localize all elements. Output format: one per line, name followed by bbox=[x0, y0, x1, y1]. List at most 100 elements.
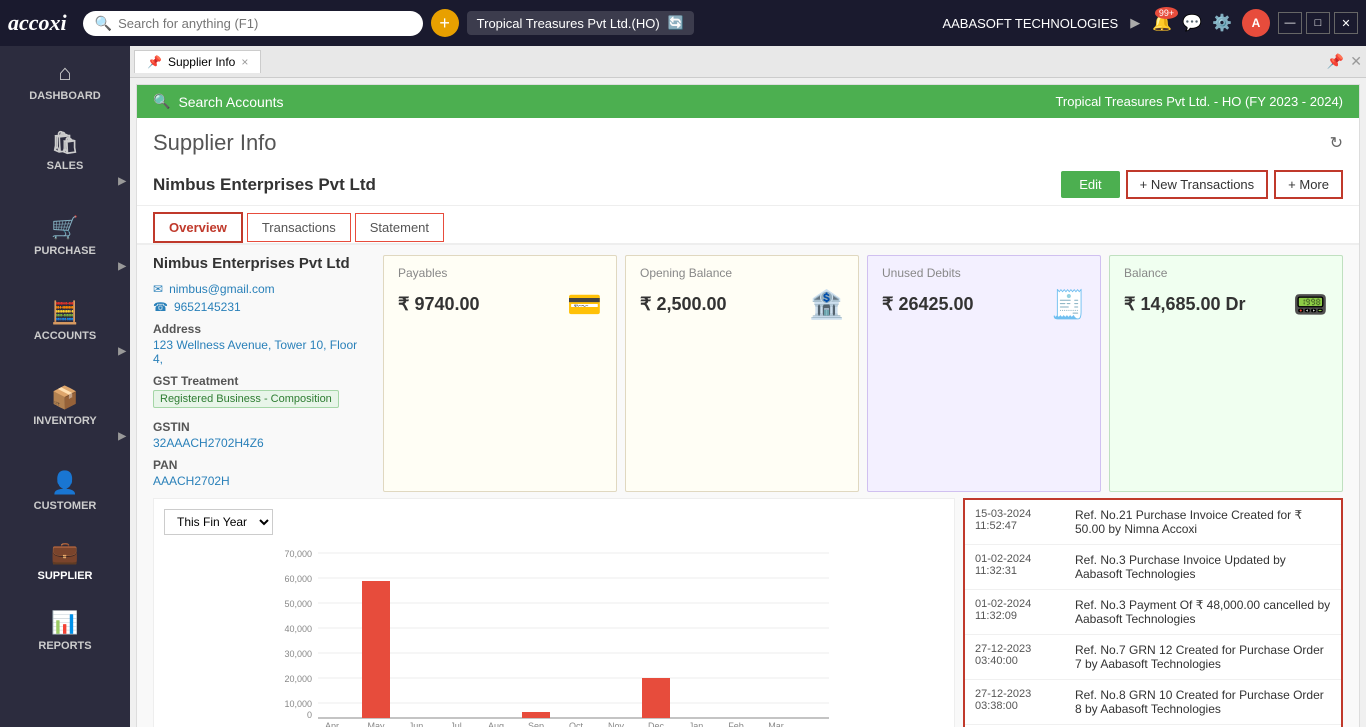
notifications-button[interactable]: 🔔99+ bbox=[1152, 13, 1172, 33]
gstin-value: 32AAACH2702H4Z6 bbox=[153, 436, 361, 450]
page-title: Supplier Info bbox=[153, 130, 277, 156]
activity-panel: 15-03-202411:52:47 Ref. No.21 Purchase I… bbox=[963, 498, 1343, 727]
activity-time: 01-02-202411:32:31 bbox=[975, 553, 1065, 581]
inner-content: 🔍 Search Accounts Tropical Treasures Pvt… bbox=[136, 84, 1360, 727]
sidebar-item-dashboard[interactable]: ⌂ DASHBOARD bbox=[0, 46, 130, 116]
tab-transactions[interactable]: Transactions bbox=[247, 213, 351, 242]
sidebar-item-label: SALES bbox=[47, 160, 84, 172]
minimize-button[interactable]: — bbox=[1278, 12, 1302, 34]
gst-treatment-label: GST Treatment bbox=[153, 374, 361, 388]
activity-time: 15-03-202411:52:47 bbox=[975, 508, 1065, 536]
sidebar-item-label: DASHBOARD bbox=[29, 90, 101, 102]
year-filter-select[interactable]: This Fin Year Last Fin Year Custom bbox=[164, 509, 273, 535]
tab-statement[interactable]: Statement bbox=[355, 213, 444, 242]
balance-icon: 📟 bbox=[1293, 288, 1328, 321]
sidebar-item-customer[interactable]: 👤 CUSTOMER bbox=[0, 456, 130, 526]
svg-text:70,000: 70,000 bbox=[284, 549, 312, 559]
avatar: A bbox=[1242, 9, 1270, 37]
sidebar-item-label: INVENTORY bbox=[33, 415, 97, 427]
svg-text:Jun: Jun bbox=[409, 721, 424, 727]
payables-label: Payables bbox=[398, 266, 602, 280]
search-bar[interactable]: 🔍 bbox=[83, 11, 423, 36]
supplier-info-panel: Nimbus Enterprises Pvt Ltd ✉ nimbus@gmai… bbox=[153, 255, 373, 492]
sidebar-item-label: PURCHASE bbox=[34, 245, 96, 257]
sub-tabs: Overview Transactions Statement bbox=[137, 206, 1359, 245]
tab-pin-right[interactable]: 📌 bbox=[1327, 53, 1344, 70]
activity-time: 01-02-202411:32:09 bbox=[975, 598, 1065, 626]
email-icon: ✉ bbox=[153, 282, 163, 296]
tab-label: Supplier Info bbox=[168, 55, 235, 69]
sidebar-item-label: ACCOUNTS bbox=[34, 330, 96, 342]
tab-supplier-info[interactable]: 📌 Supplier Info × bbox=[134, 50, 261, 73]
overview-area: Nimbus Enterprises Pvt Ltd ✉ nimbus@gmai… bbox=[137, 245, 1359, 498]
svg-text:Feb: Feb bbox=[728, 721, 744, 727]
stat-unused-debits: Unused Debits ₹ 26425.00 🧾 bbox=[867, 255, 1101, 492]
green-header: 🔍 Search Accounts Tropical Treasures Pvt… bbox=[137, 85, 1359, 118]
sidebar-item-label: REPORTS bbox=[38, 640, 91, 652]
tab-overview[interactable]: Overview bbox=[153, 212, 243, 243]
sidebar-item-accounts[interactable]: 🧮 ACCOUNTS ▶ bbox=[0, 286, 130, 371]
activity-item: 27-12-202303:38:00 Ref. No.8 GRN 10 Crea… bbox=[965, 680, 1341, 725]
maximize-button[interactable]: □ bbox=[1306, 12, 1330, 34]
chart-area: This Fin Year Last Fin Year Custom 70,00… bbox=[153, 498, 955, 727]
notification-badge: 99+ bbox=[1155, 7, 1178, 19]
add-button[interactable]: + bbox=[431, 9, 459, 37]
activity-item: 01-02-202411:32:31 Ref. No.3 Purchase In… bbox=[965, 545, 1341, 590]
address-value: 123 Wellness Avenue, Tower 10, Floor 4, bbox=[153, 338, 361, 366]
pan-value: AAACH2702H bbox=[153, 474, 361, 488]
balance-value: ₹ 14,685.00 Dr bbox=[1124, 294, 1246, 315]
search-accounts-area[interactable]: 🔍 Search Accounts bbox=[153, 93, 284, 110]
opening-balance-icon: 🏦 bbox=[809, 288, 844, 321]
activity-time: 27-12-202303:38:00 bbox=[975, 688, 1065, 716]
new-transactions-button[interactable]: + New Transactions bbox=[1126, 170, 1269, 199]
main-layout: ⌂ DASHBOARD 🛍 SALES ▶ 🛒 PURCHASE ▶ 🧮 ACC… bbox=[0, 46, 1366, 727]
svg-text:Dec: Dec bbox=[648, 721, 665, 727]
phone-value: 9652145231 bbox=[174, 300, 241, 314]
sidebar-item-sales[interactable]: 🛍 SALES ▶ bbox=[0, 116, 130, 201]
topbar: accoxi 🔍 + Tropical Treasures Pvt Ltd.(H… bbox=[0, 0, 1366, 46]
stat-balance: Balance ₹ 14,685.00 Dr 📟 bbox=[1109, 255, 1343, 492]
tab-close-button[interactable]: × bbox=[241, 55, 248, 69]
search-input[interactable] bbox=[118, 16, 398, 31]
reports-icon: 📊 bbox=[51, 610, 78, 636]
svg-text:0: 0 bbox=[307, 710, 312, 720]
bar-jun bbox=[362, 581, 390, 718]
stats-row: Payables ₹ 9740.00 💳 Opening Balance ₹ 2… bbox=[383, 255, 1343, 492]
messages-button[interactable]: 💬 bbox=[1182, 13, 1202, 33]
svg-text:Apr: Apr bbox=[325, 721, 339, 727]
search-accounts-icon: 🔍 bbox=[153, 93, 170, 110]
sidebar-item-inventory[interactable]: 📦 INVENTORY ▶ bbox=[0, 371, 130, 456]
action-buttons: Edit + New Transactions + More bbox=[1061, 170, 1343, 199]
sidebar-item-purchase[interactable]: 🛒 PURCHASE ▶ bbox=[0, 201, 130, 286]
chart-activity-row: This Fin Year Last Fin Year Custom 70,00… bbox=[137, 498, 1359, 727]
svg-text:30,000: 30,000 bbox=[284, 649, 312, 659]
payables-value: ₹ 9740.00 bbox=[398, 294, 480, 315]
sidebar-item-supplier[interactable]: 💼 SUPPLIER bbox=[0, 526, 130, 596]
more-button[interactable]: + More bbox=[1274, 170, 1343, 199]
settings-button[interactable]: ⚙️ bbox=[1212, 13, 1232, 33]
sidebar-item-reports[interactable]: 📊 REPORTS bbox=[0, 596, 130, 666]
tab-close-right[interactable]: ✕ bbox=[1350, 53, 1362, 70]
svg-text:60,000: 60,000 bbox=[284, 574, 312, 584]
sales-icon: 🛍 bbox=[51, 130, 79, 156]
svg-text:Sep: Sep bbox=[528, 721, 544, 727]
refresh-button[interactable]: ↻ bbox=[1330, 133, 1343, 153]
accounts-arrow: ▶ bbox=[118, 346, 126, 357]
purchase-icon: 🛒 bbox=[51, 215, 78, 241]
supplier-panel-name: Nimbus Enterprises Pvt Ltd bbox=[153, 255, 361, 272]
phone-icon: ☎ bbox=[153, 300, 168, 314]
activity-desc: Ref. No.8 GRN 10 Created for Purchase Or… bbox=[1075, 688, 1331, 716]
email-row: ✉ nimbus@gmail.com bbox=[153, 282, 361, 296]
supplier-icon: 💼 bbox=[51, 540, 78, 566]
close-button[interactable]: ✕ bbox=[1334, 12, 1358, 34]
svg-text:40,000: 40,000 bbox=[284, 624, 312, 634]
customer-icon: 👤 bbox=[51, 470, 78, 496]
company-selector[interactable]: Tropical Treasures Pvt Ltd.(HO) 🔄 bbox=[467, 11, 694, 35]
address-label: Address bbox=[153, 322, 361, 336]
edit-button[interactable]: Edit bbox=[1061, 171, 1119, 198]
page-title-area: Supplier Info ↻ bbox=[137, 118, 1359, 164]
svg-text:Jul: Jul bbox=[450, 721, 462, 727]
header-company-info: Tropical Treasures Pvt Ltd. - HO (FY 202… bbox=[1055, 94, 1343, 109]
opening-balance-value: ₹ 2,500.00 bbox=[640, 294, 727, 315]
search-icon: 🔍 bbox=[95, 15, 112, 32]
